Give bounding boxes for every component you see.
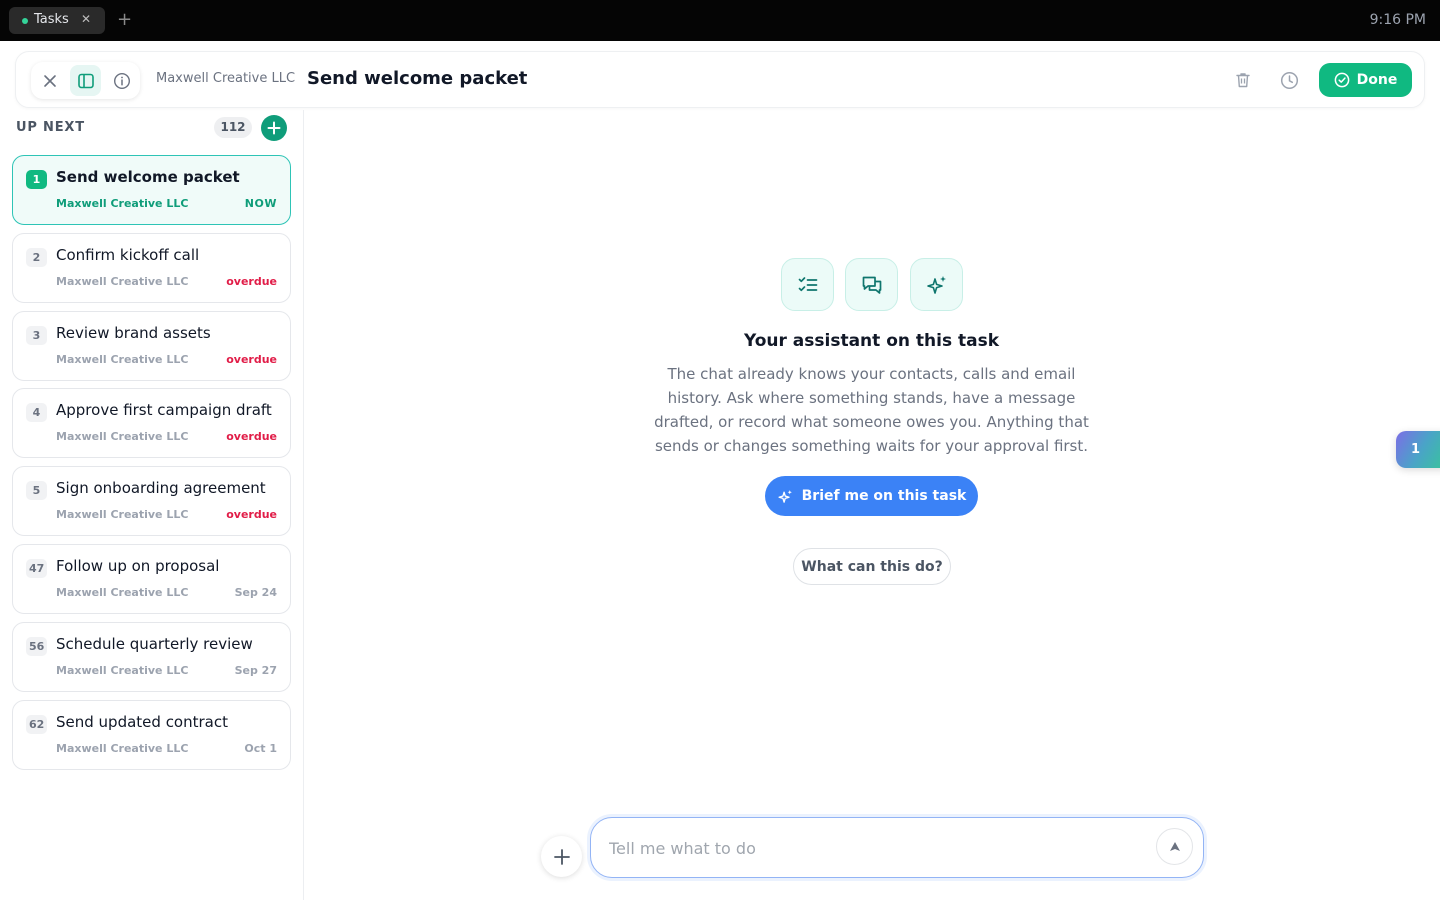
- checklist-icon: [798, 276, 817, 291]
- done-button[interactable]: Done: [1319, 63, 1412, 97]
- task-item[interactable]: 56 Schedule quarterly review Maxwell Cre…: [12, 622, 291, 692]
- assistant-title: Your assistant on this task: [743, 331, 1000, 351]
- side-panel-badge[interactable]: 1: [1396, 431, 1440, 468]
- task-item[interactable]: 1 Send welcome packet Maxwell Creative L…: [12, 155, 291, 225]
- task-number: 5: [26, 481, 47, 500]
- tab-tasks[interactable]: Tasks ✕: [9, 7, 105, 34]
- task-due: overdue: [226, 430, 277, 443]
- task-number: 4: [26, 403, 47, 422]
- send-button[interactable]: [1156, 828, 1193, 865]
- new-tab-button[interactable]: +: [117, 9, 135, 31]
- task-title: Send updated contract: [56, 713, 228, 731]
- header-company: Maxwell Creative LLC: [156, 71, 296, 86]
- info-button[interactable]: [106, 65, 137, 96]
- clock: 9:16 PM: [1369, 12, 1426, 28]
- ai-feature-tile: [910, 258, 963, 311]
- done-label: Done: [1356, 72, 1398, 88]
- tab-status-dot: [22, 18, 28, 24]
- task-due: Sep 24: [234, 586, 277, 599]
- close-button[interactable]: [34, 65, 65, 96]
- task-due: overdue: [226, 508, 277, 521]
- task-due: overdue: [226, 275, 277, 288]
- task-due: NOW: [244, 197, 277, 210]
- tab-close-icon[interactable]: ✕: [79, 12, 93, 26]
- sidebar-toggle-button[interactable]: [70, 65, 101, 96]
- task-title: Review brand assets: [56, 324, 211, 342]
- task-title: Sign onboarding agreement: [56, 479, 266, 497]
- task-number: 47: [26, 559, 48, 578]
- task-due: overdue: [226, 353, 277, 366]
- brief-me-button[interactable]: Brief me on this task: [765, 476, 978, 516]
- task-company: Maxwell Creative LLC: [56, 742, 189, 755]
- info-icon: [113, 72, 130, 89]
- task-header: Maxwell Creative LLC Send welcome packet…: [15, 51, 1425, 108]
- chat-input[interactable]: [609, 834, 1129, 862]
- task-due: Oct 1: [244, 742, 277, 755]
- task-company: Maxwell Creative LLC: [56, 664, 189, 677]
- clock-icon: [1280, 71, 1298, 89]
- task-number: 62: [26, 715, 48, 734]
- task-company: Maxwell Creative LLC: [56, 197, 189, 210]
- sparkles-icon: [778, 489, 792, 503]
- task-number: 56: [26, 637, 48, 656]
- plus-icon: [267, 121, 281, 135]
- task-company: Maxwell Creative LLC: [56, 430, 189, 443]
- task-number: 3: [26, 326, 47, 345]
- task-number: 1: [26, 170, 47, 189]
- snooze-button[interactable]: [1277, 68, 1301, 92]
- task-title: Confirm kickoff call: [56, 246, 200, 264]
- chat-feature-tile: [845, 258, 898, 311]
- check-circle-icon: [1334, 72, 1349, 88]
- plus-icon: [553, 848, 570, 865]
- task-item[interactable]: 3 Review brand assets Maxwell Creative L…: [12, 311, 291, 381]
- what-can-this-do-button[interactable]: What can this do?: [793, 548, 951, 585]
- checklist-feature-tile: [781, 258, 834, 311]
- task-count-badge: 112: [214, 117, 252, 138]
- sidebar-toggle-icon: [77, 73, 94, 88]
- page-title: Send welcome packet: [307, 68, 528, 89]
- task-title: Follow up on proposal: [56, 557, 220, 575]
- task-item[interactable]: 2 Confirm kickoff call Maxwell Creative …: [12, 233, 291, 303]
- up-next-sidebar: UP NEXT 112 1 Send welcome packet Maxwel…: [0, 110, 304, 900]
- add-task-button[interactable]: [261, 115, 287, 141]
- up-next-heading: UP NEXT: [16, 120, 85, 135]
- brief-me-label: Brief me on this task: [801, 488, 967, 504]
- task-item[interactable]: 4 Approve first campaign draft Maxwell C…: [12, 388, 291, 458]
- assistant-description: The chat already knows your contacts, ca…: [654, 365, 1089, 455]
- close-icon: [43, 74, 56, 87]
- delete-button[interactable]: [1231, 68, 1255, 92]
- task-title: Approve first campaign draft: [56, 401, 272, 419]
- task-due: Sep 27: [234, 664, 277, 677]
- attach-button[interactable]: [541, 836, 582, 877]
- sparkles-icon: [926, 275, 946, 294]
- system-bar: Tasks ✕ + 9:16 PM: [0, 0, 1440, 41]
- task-company: Maxwell Creative LLC: [56, 353, 189, 366]
- task-item[interactable]: 5 Sign onboarding agreement Maxwell Crea…: [12, 466, 291, 536]
- chat-bubbles-icon: [862, 276, 881, 294]
- task-title: Send welcome packet: [56, 168, 240, 186]
- task-title: Schedule quarterly review: [56, 635, 253, 653]
- task-company: Maxwell Creative LLC: [56, 508, 189, 521]
- tab-label: Tasks: [34, 12, 69, 27]
- task-item[interactable]: 47 Follow up on proposal Maxwell Creativ…: [12, 544, 291, 614]
- task-item[interactable]: 62 Send updated contract Maxwell Creativ…: [12, 700, 291, 770]
- task-number: 2: [26, 248, 47, 267]
- send-arrow-icon: [1169, 841, 1180, 851]
- trash-icon: [1236, 73, 1250, 88]
- chat-composer: [590, 817, 1204, 878]
- header-button-group: [31, 62, 140, 99]
- task-company: Maxwell Creative LLC: [56, 586, 189, 599]
- task-company: Maxwell Creative LLC: [56, 275, 189, 288]
